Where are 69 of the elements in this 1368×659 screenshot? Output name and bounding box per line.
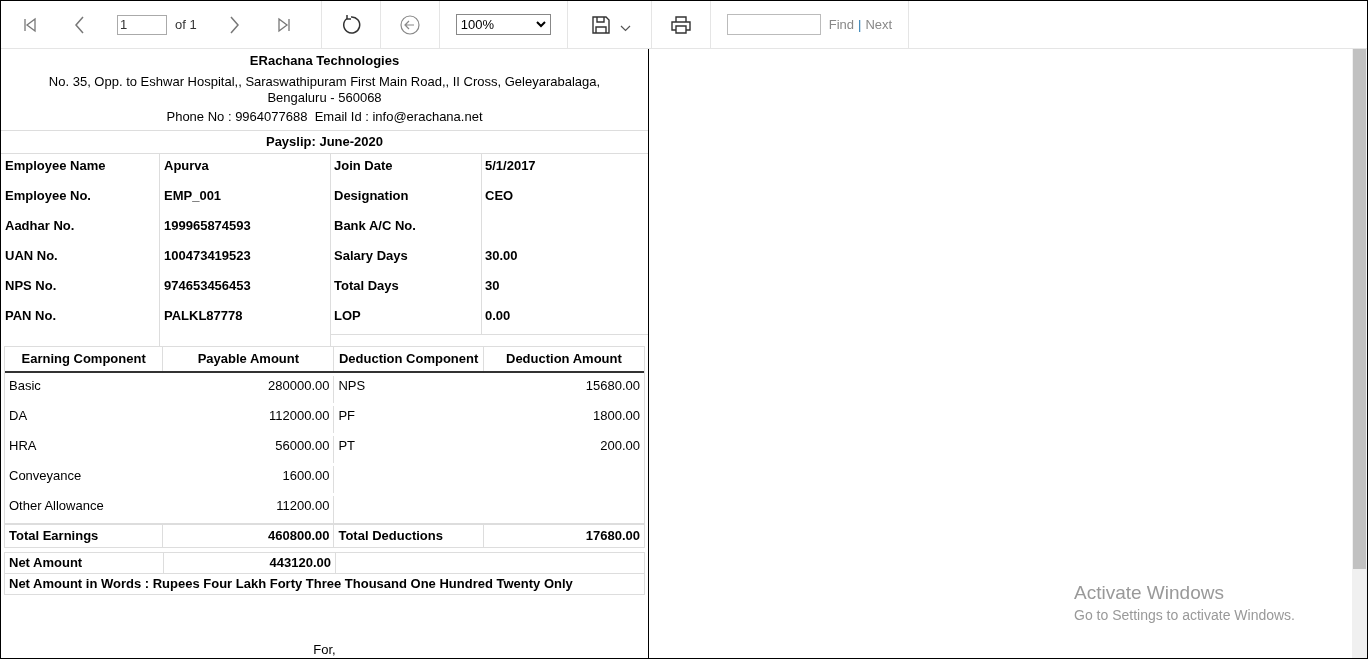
detail-label: Bank A/C No. bbox=[333, 217, 417, 235]
zoom-select[interactable]: 100% bbox=[455, 14, 551, 35]
activation-notice-title: Activate Windows bbox=[1074, 581, 1225, 605]
detail-label: Salary Days bbox=[333, 247, 409, 265]
table-cell: Basic bbox=[9, 378, 41, 393]
column-header: Deduction Amount bbox=[482, 347, 644, 371]
find-link[interactable]: Find bbox=[828, 14, 854, 35]
total-cell-text: Total Earnings bbox=[9, 527, 99, 546]
find-input[interactable] bbox=[726, 14, 821, 35]
table-cell: 11200.00 bbox=[276, 498, 330, 513]
detail-value: EMP_001 bbox=[159, 184, 330, 214]
net-amount-cell-text: 443120.00 bbox=[269, 554, 331, 573]
total-cell-text: Total Deductions bbox=[338, 527, 443, 546]
detail-label: Total Days bbox=[333, 277, 400, 295]
link-separator: | bbox=[858, 15, 862, 34]
column-header: Earning Component bbox=[20, 350, 147, 369]
page-input[interactable]: 1 bbox=[117, 14, 167, 35]
column-header: Payable Amount bbox=[162, 347, 334, 371]
first-page-icon bbox=[22, 16, 38, 33]
next-link[interactable]: Next bbox=[865, 14, 893, 35]
company-address: No. 35, Opp. to Eshwar Hospital,, Saraswathipuram First Main Road,, II Cross, Geleyarabalaga, Bengaluru - 560068 bbox=[47, 74, 602, 106]
detail-value: 100473419523 bbox=[159, 244, 330, 274]
table-cell: PF bbox=[338, 408, 356, 423]
table-cell: NPS bbox=[338, 378, 366, 393]
caret-icon bbox=[619, 25, 631, 32]
detail-value: CEO bbox=[481, 184, 648, 214]
table-cell: 112000.00 bbox=[268, 408, 330, 423]
table-cell: Other Allowance bbox=[9, 498, 104, 513]
detail-label: UAN No. bbox=[4, 247, 59, 265]
table-cell: Conveyance bbox=[9, 468, 82, 483]
total-cell-text: 460800.00 bbox=[268, 527, 330, 546]
detail-label: Join Date bbox=[333, 157, 394, 175]
detail-label: Designation bbox=[333, 187, 410, 205]
net-amount-words: Net Amount in Words : Rupees Four Lakh Forty Three Thousand One Hundred Twenty Only bbox=[8, 575, 574, 593]
column-header: Deduction Component bbox=[333, 347, 483, 371]
activation-notice-text: Go to Settings to activate Windows. bbox=[1074, 606, 1295, 625]
net-amount-cell-text: Net Amount bbox=[9, 554, 83, 573]
detail-label: Employee Name bbox=[4, 157, 107, 175]
detail-label: LOP bbox=[333, 307, 362, 325]
detail-label: NPS No. bbox=[4, 277, 58, 295]
table-cell: 56000.00 bbox=[275, 438, 330, 453]
table-cell: PT bbox=[338, 438, 356, 453]
payslip-title: Payslip: June-2020 bbox=[1, 131, 648, 154]
last-page-icon bbox=[275, 16, 292, 33]
printer-icon bbox=[670, 15, 691, 34]
detail-value: PALKL87778 bbox=[159, 304, 330, 334]
total-cell-text: 17680.00 bbox=[585, 527, 640, 546]
detail-label: Aadhar No. bbox=[4, 217, 76, 235]
detail-value: 5/1/2017 bbox=[481, 154, 648, 184]
footer-text: For, bbox=[313, 642, 336, 658]
detail-value: 30 bbox=[481, 274, 648, 304]
detail-value: 0.00 bbox=[481, 304, 648, 334]
page-count: of 1 bbox=[175, 15, 197, 34]
detail-value: 974653456453 bbox=[159, 274, 330, 304]
table-cell: 15680.00 bbox=[585, 378, 640, 393]
table-cell: HRA bbox=[9, 438, 37, 453]
table-cell: 280000.00 bbox=[268, 378, 330, 393]
table-cell: 1600.00 bbox=[282, 468, 330, 483]
company-name: ERachana Technologies bbox=[249, 52, 400, 70]
detail-label: Employee No. bbox=[4, 187, 92, 205]
detail-value: 30.00 bbox=[481, 244, 648, 274]
detail-value: Apurva bbox=[159, 154, 330, 184]
table-cell: 200.00 bbox=[600, 438, 640, 453]
table-cell: DA bbox=[9, 408, 28, 423]
detail-label: PAN No. bbox=[4, 307, 58, 325]
company-contact: Phone No : 9964077688 Email Id : info@erachana.net bbox=[166, 108, 483, 126]
caret-icon bbox=[535, 21, 546, 28]
detail-value: 199965874593 bbox=[159, 214, 330, 244]
table-cell: 1800.00 bbox=[593, 408, 640, 423]
